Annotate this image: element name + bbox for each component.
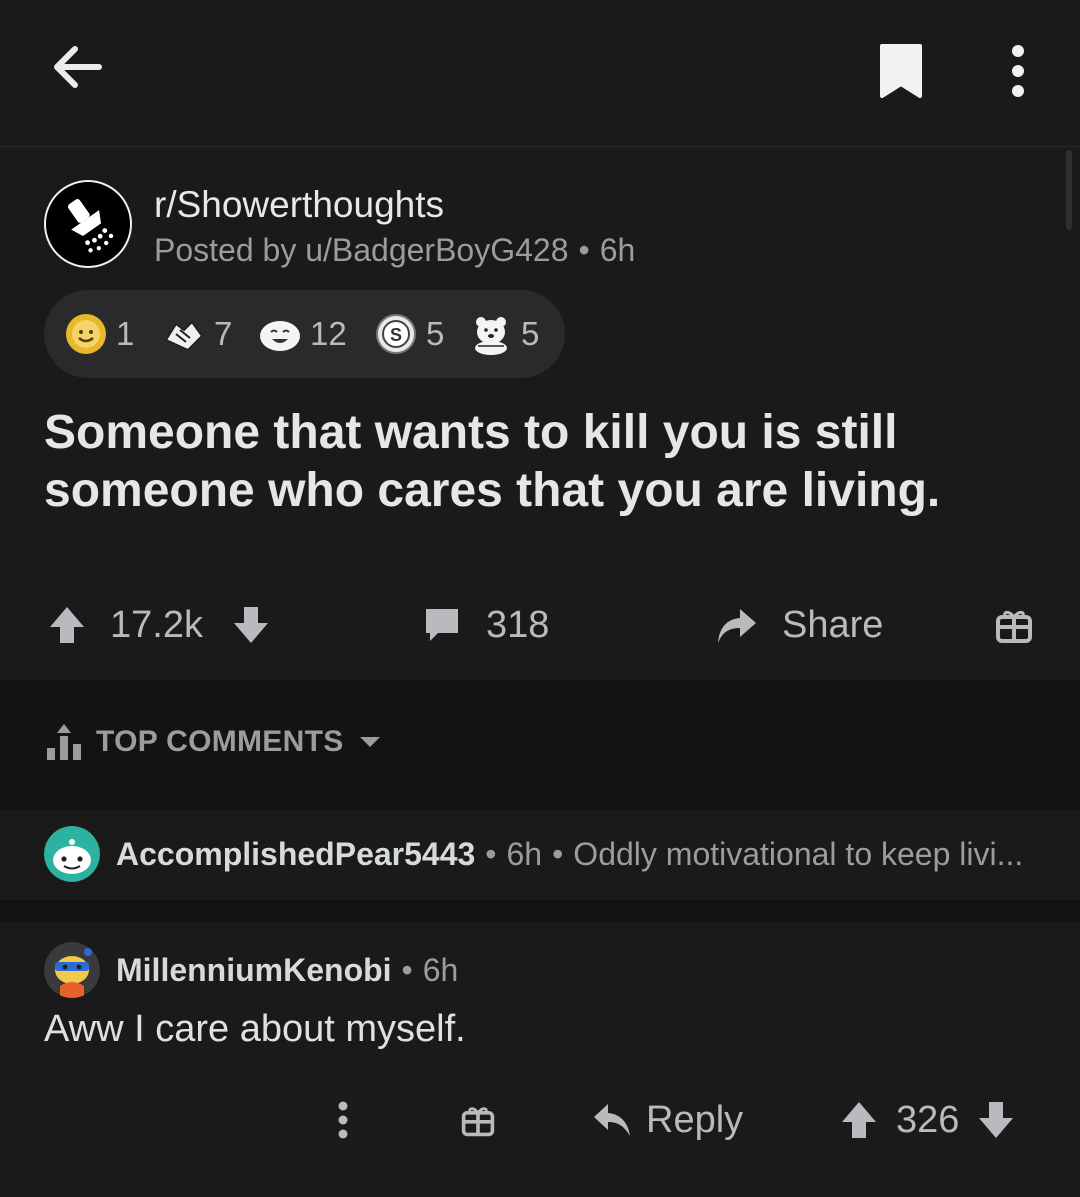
post-meta: Posted by u/BadgerBoyG428 • 6h: [154, 232, 635, 269]
award-count: 1: [116, 315, 135, 352]
award-bear[interactable]: 5: [469, 290, 539, 378]
post-age: 6h: [599, 232, 636, 268]
shower-head-icon: [67, 199, 114, 253]
award-laughing[interactable]: 12: [258, 290, 347, 378]
avatar[interactable]: [44, 826, 100, 882]
award-sun[interactable]: 1: [64, 290, 134, 378]
bookmark-icon[interactable]: [866, 36, 936, 106]
sort-label: TOP COMMENTS: [96, 725, 344, 758]
scrollbar[interactable]: [1066, 150, 1072, 230]
comment-username[interactable]: AccomplishedPear5443: [116, 836, 475, 873]
comment-body: Aww I care about myself.: [44, 1008, 466, 1050]
comment-more-button[interactable]: [336, 1080, 350, 1160]
avatar[interactable]: [44, 942, 100, 998]
reply-label: Reply: [646, 1098, 744, 1141]
reply-button[interactable]: Reply: [592, 1080, 743, 1160]
comment-header: MillenniumKenobi • 6h: [44, 942, 458, 998]
laughing-award-icon: [260, 321, 300, 351]
silver-award-icon: S: [376, 314, 416, 354]
post-score: 17.2k: [110, 603, 203, 646]
awards-bar[interactable]: 1 7 12 S 5 5: [44, 290, 565, 378]
downvote-arrow-icon[interactable]: [977, 1100, 1015, 1140]
comment-bubble-icon: [426, 609, 458, 641]
handshake-award-icon: [164, 320, 204, 352]
upvote-button[interactable]: [48, 580, 86, 670]
award-count: 5: [426, 315, 445, 352]
collapsed-comment[interactable]: AccomplishedPear5443 • 6h • Oddly motiva…: [0, 812, 1080, 900]
share-button[interactable]: Share: [714, 580, 883, 670]
comment-age: 6h: [422, 951, 459, 988]
top-app-bar: [0, 0, 1080, 147]
back-arrow-icon[interactable]: [40, 30, 114, 104]
rocket-sort-icon: [47, 724, 81, 760]
award-count: 12: [310, 315, 347, 352]
comment-preview: Oddly motivational to keep livi...: [573, 835, 1024, 872]
share-label: Share: [782, 603, 884, 646]
post-actions: 17.2k 318 Share: [0, 580, 1080, 670]
award-count: 5: [521, 315, 540, 352]
subreddit-avatar[interactable]: [44, 180, 132, 268]
comment-vote: 326: [840, 1080, 1015, 1160]
separator-dot: •: [552, 835, 564, 872]
downvote-arrow-icon: [234, 607, 268, 643]
comment-score: 326: [896, 1098, 960, 1141]
share-arrow-icon: [718, 609, 756, 643]
give-award-button[interactable]: [994, 580, 1034, 670]
reply-arrow-icon: [594, 1104, 630, 1136]
snoo-avatar-icon: [44, 826, 100, 882]
award-silver[interactable]: S 5: [374, 290, 444, 378]
downvote-button[interactable]: [232, 580, 270, 670]
more-options-icon[interactable]: [990, 36, 1046, 106]
separator-dot: •: [485, 835, 497, 872]
separator-dot: •: [401, 951, 413, 988]
sun-award-icon: [66, 314, 106, 354]
posted-by[interactable]: Posted by u/BadgerBoyG428: [154, 232, 569, 268]
award-handshake[interactable]: 7: [162, 290, 232, 378]
comments-count: 318: [486, 603, 550, 646]
award-count: 7: [214, 315, 233, 352]
comments-button[interactable]: 318: [422, 580, 549, 670]
more-options-icon: [338, 1101, 348, 1139]
upvote-arrow-icon[interactable]: [840, 1100, 878, 1140]
comments-sort-selector[interactable]: TOP COMMENTS: [44, 722, 382, 762]
post-title: Someone that wants to kill you is still …: [44, 406, 941, 517]
gift-icon: [996, 610, 1032, 643]
subreddit-name[interactable]: r/Showerthoughts: [154, 184, 444, 226]
snoo-avatar-icon: [44, 942, 100, 998]
svg-text:S: S: [390, 325, 402, 345]
comment-divider: [0, 900, 1080, 922]
chevron-down-icon: [359, 737, 380, 747]
comment-username[interactable]: MillenniumKenobi: [116, 952, 392, 989]
gift-icon: [461, 1107, 495, 1137]
bear-award-icon: [475, 317, 507, 355]
comment-award-button[interactable]: [460, 1080, 496, 1160]
separator-dot: •: [578, 232, 590, 268]
comment-actions: Reply 326: [0, 1080, 1080, 1160]
collapsed-comment-row: AccomplishedPear5443 • 6h • Oddly motiva…: [44, 826, 1023, 882]
comment-age: 6h: [506, 835, 543, 872]
upvote-arrow-icon: [50, 607, 84, 643]
